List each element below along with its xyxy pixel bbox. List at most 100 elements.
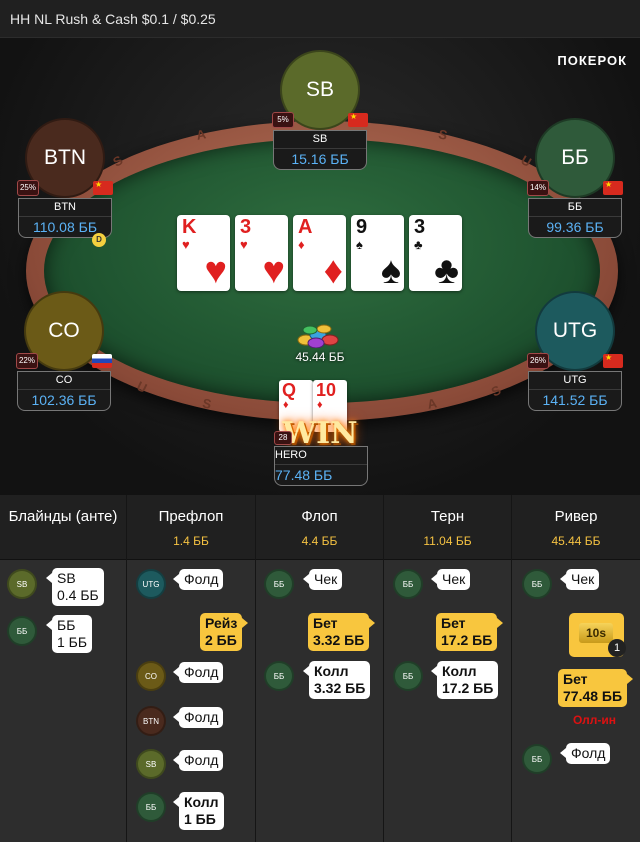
- avatar-label: BTN: [44, 146, 86, 169]
- street-actions: ББ Чек Бет 17.2 ББ ББ Колл 17.2 ББ: [384, 560, 511, 842]
- seat-sb[interactable]: SB 5% SB 15.16 ББ: [272, 50, 368, 170]
- russia-flag-icon: [92, 354, 112, 368]
- hero-action-bubble: Бет 17.2 ББ: [436, 613, 504, 651]
- action-bubble: Фолд: [559, 743, 611, 764]
- action-bubble: Фолд: [172, 662, 224, 683]
- action-bubble: Фолд: [172, 569, 224, 590]
- position-chip: SB: [136, 749, 166, 779]
- street-header: Префлоп 1.4 ББ: [127, 495, 255, 560]
- card-rank: Q: [282, 380, 297, 400]
- player-name: CO: [18, 372, 110, 390]
- street-title: Терн: [430, 508, 465, 525]
- player-plate: BTN 110.08 ББ: [18, 198, 112, 238]
- action-bubble: SB 0.4 ББ: [46, 568, 104, 606]
- street-title: Блайнды (анте): [8, 508, 118, 525]
- player-name: HERO: [275, 447, 367, 465]
- card-rank: A: [298, 216, 313, 238]
- avatar-label: SB: [305, 78, 334, 101]
- position-chip: CO: [136, 661, 166, 691]
- street-actions: ББ Чек 10s 1 Бет 77.48 ББ ББ Фолд: [512, 560, 640, 842]
- position-chip: ББ: [522, 744, 552, 774]
- rail-letter: S: [437, 126, 449, 143]
- action-bubble: Фолд: [172, 707, 224, 728]
- board-card: 3 ♥ ♥: [235, 215, 288, 291]
- board-card: K ♥ ♥: [177, 215, 230, 291]
- rail-letter: S: [201, 395, 213, 412]
- page: { "header": {"title": "HH NL Rush & Cash…: [0, 0, 640, 842]
- street-pot: 11.04 ББ: [423, 534, 472, 548]
- spade-icon: ♠: [356, 237, 363, 252]
- club-icon: ♣: [434, 250, 459, 292]
- position-chip: ББ: [393, 661, 423, 691]
- player-plate: UTG 141.52 ББ: [528, 371, 622, 411]
- player-name: UTG: [529, 372, 621, 390]
- dealer-button: D: [92, 233, 106, 247]
- vpip-badge: 28: [274, 431, 292, 445]
- position-chip: ББ: [522, 569, 552, 599]
- card-rank: 9: [356, 216, 368, 238]
- china-flag-icon: [603, 353, 623, 368]
- player-name: ББ: [529, 199, 621, 217]
- action-bubble: Колл 1 ББ: [173, 792, 224, 830]
- street-actions: SB SB 0.4 ББ ББ ББ 1 ББ: [0, 560, 126, 842]
- hero-action-bubble: Бет 3.32 ББ: [308, 613, 376, 651]
- position-chip: ББ: [264, 569, 294, 599]
- board-card: 9 ♠ ♠: [351, 215, 404, 291]
- hand-history-panel: Блайнды (анте) SB SB 0.4 ББ ББ ББ 1 ББ П…: [0, 495, 640, 842]
- vpip-badge: 5%: [272, 112, 294, 128]
- china-flag-icon: [93, 180, 113, 195]
- street-turn: Терн 11.04 ББ ББ Чек Бет 17.2 ББ ББ Колл …: [384, 495, 512, 842]
- card-rank: 3: [240, 216, 252, 238]
- seat-bb[interactable]: ББ 14% ББ 99.36 ББ: [527, 118, 623, 238]
- action-bubble: Чек: [302, 569, 343, 590]
- street-title: Флоп: [301, 508, 338, 525]
- position-chip: SB: [7, 569, 37, 599]
- vpip-badge: 26%: [527, 353, 549, 369]
- card-rank: 3: [414, 216, 426, 238]
- hero-plate: HERO 77.48 ББ: [274, 446, 368, 486]
- player-plate: SB 15.16 ББ: [273, 130, 367, 170]
- heart-icon: ♥: [240, 237, 248, 252]
- player-name: BTN: [19, 199, 111, 217]
- game-title: HH NL Rush & Cash $0.1 / $0.25: [10, 11, 216, 27]
- pot-amount: 45.44 ББ: [295, 350, 345, 364]
- avatar-label: CO: [48, 319, 80, 342]
- action-bubble: ББ 1 ББ: [45, 615, 93, 653]
- heart-icon: ♥: [204, 250, 227, 292]
- street-river: Ривер 45.44 ББ ББ Чек 10s 1 Бет 77.48 ББ …: [512, 495, 640, 842]
- position-chip: ББ: [136, 792, 166, 822]
- seat-btn[interactable]: BTN 25% BTN 110.08 ББ: [17, 118, 113, 238]
- window-title-bar: HH NL Rush & Cash $0.1 / $0.25: [0, 0, 640, 38]
- rail-letter: A: [426, 395, 439, 412]
- seat-co[interactable]: CO 22% CO 102.36 ББ: [16, 291, 112, 411]
- action-bubble: Фолд: [172, 750, 224, 771]
- street-title: Ривер: [554, 508, 598, 525]
- player-stack: 99.36 ББ: [546, 219, 604, 235]
- player-stack: 102.36 ББ: [31, 392, 97, 408]
- spade-icon: ♠: [380, 250, 401, 292]
- poker-table-area: ПОКЕРОК S A S U S A S U K ♥ ♥ 3 ♥ ♥ A ♦ …: [0, 38, 640, 495]
- seat-utg[interactable]: UTG 26% UTG 141.52 ББ: [527, 291, 623, 411]
- street-preflop: Префлоп 1.4 ББ UTG Фолд Рейз 2 ББ CO Фолд…: [127, 495, 256, 842]
- all-in-label: Олл-ин: [573, 713, 617, 727]
- card-rank: K: [182, 216, 197, 238]
- diamond-icon: ♦: [298, 237, 305, 252]
- position-chip: BTN: [136, 706, 166, 736]
- position-chip: UTG: [136, 569, 166, 599]
- rail-letter: S: [110, 152, 125, 169]
- player-plate: CO 102.36 ББ: [17, 371, 111, 411]
- hero-action-bubble: Рейз 2 ББ: [200, 613, 249, 651]
- player-stack: 15.16 ББ: [291, 151, 349, 167]
- club-icon: ♣: [414, 237, 423, 252]
- card-rank: 10: [316, 380, 337, 400]
- action-bubble: Чек: [559, 569, 600, 590]
- player-name: SB: [274, 131, 366, 149]
- position-chip: ББ: [393, 569, 423, 599]
- street-pot: 45.44 ББ: [551, 534, 601, 548]
- position-chip: ББ: [7, 616, 37, 646]
- player-stack: 141.52 ББ: [542, 392, 608, 408]
- china-flag-icon: [348, 112, 368, 127]
- board-card: 3 ♣ ♣: [409, 215, 462, 291]
- street-header: Флоп 4.4 ББ: [256, 495, 383, 560]
- diamond-icon: ♦: [317, 399, 323, 411]
